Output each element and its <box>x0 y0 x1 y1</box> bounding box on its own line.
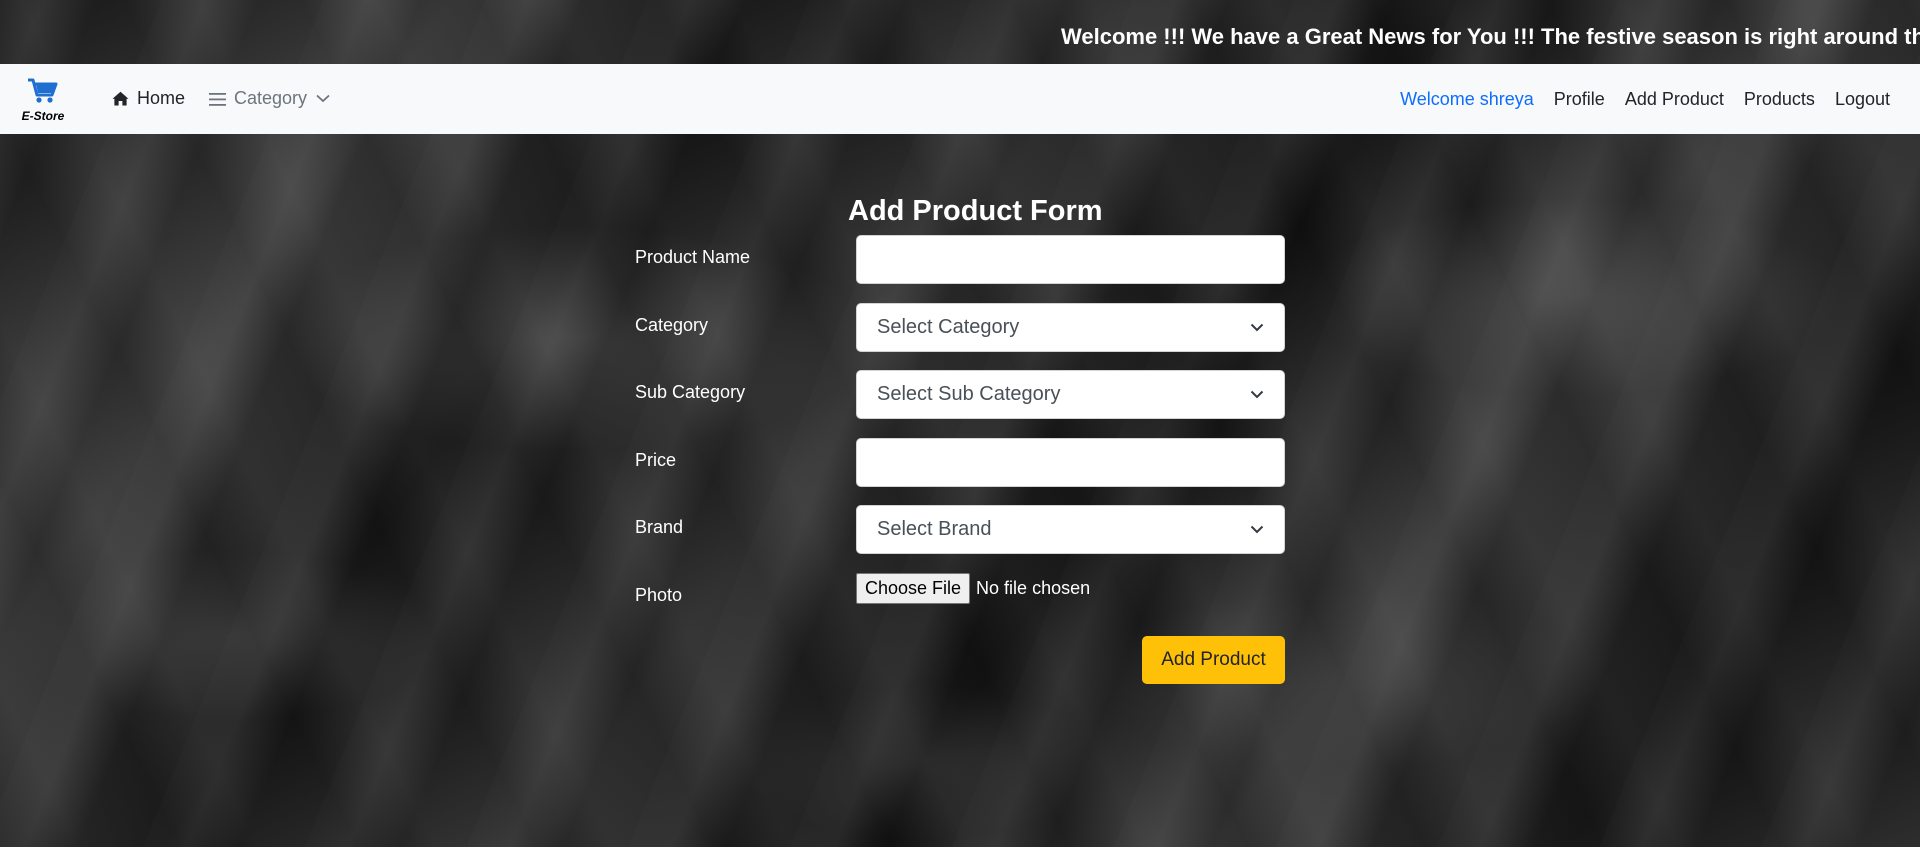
sub-category-row: Sub Category Select Sub Category <box>635 370 1285 432</box>
chevron-down-icon <box>316 94 330 103</box>
marquee-text: Welcome !!! We have a Great News for You… <box>1061 24 1920 49</box>
photo-file-input: Choose File No file chosen <box>856 573 1090 604</box>
price-row: Price <box>635 438 1285 500</box>
nav-category-label: Category <box>234 88 308 108</box>
chevron-down-icon <box>1250 525 1264 534</box>
add-product-button[interactable]: Add Product <box>1142 636 1285 684</box>
brand-selected-value: Select Brand <box>877 518 992 540</box>
price-input[interactable] <box>856 438 1285 487</box>
product-name-input[interactable] <box>856 235 1285 284</box>
file-status-text: No file chosen <box>976 578 1091 598</box>
sub-category-select[interactable]: Select Sub Category <box>856 370 1285 419</box>
announcement-marquee: Welcome !!! We have a Great News for You… <box>0 0 1920 64</box>
navbar: E-Store Home Category Welcome shreya Pro… <box>0 64 1920 134</box>
sub-category-label: Sub Category <box>635 382 746 402</box>
nav-logout-link[interactable]: Logout <box>1835 89 1890 110</box>
product-name-row: Product Name <box>635 235 1285 297</box>
brand-row: Brand Select Brand <box>635 505 1285 567</box>
category-select[interactable]: Select Category <box>856 303 1285 352</box>
category-row: Category Select Category <box>635 303 1285 365</box>
nav-home-link[interactable]: Home <box>112 88 185 109</box>
brand-label: Brand <box>635 517 684 537</box>
product-name-label: Product Name <box>635 247 751 267</box>
brand-select[interactable]: Select Brand <box>856 505 1285 554</box>
price-label: Price <box>635 450 677 470</box>
choose-file-button[interactable]: Choose File <box>856 573 971 604</box>
category-label: Category <box>635 315 709 335</box>
brand-logo[interactable]: E-Store <box>18 77 68 125</box>
photo-row: Photo Choose File No file chosen <box>635 573 1285 635</box>
nav-products-link[interactable]: Products <box>1744 89 1815 110</box>
home-icon <box>112 91 129 106</box>
cart-icon <box>27 77 59 110</box>
brand-name: E-Store <box>21 109 65 123</box>
chevron-down-icon <box>1250 390 1264 399</box>
nav-profile-link[interactable]: Profile <box>1554 89 1605 110</box>
photo-label: Photo <box>635 585 683 605</box>
form-title: Add Product Form <box>848 195 1103 227</box>
category-selected-value: Select Category <box>877 316 1020 338</box>
nav-add-product-link[interactable]: Add Product <box>1625 89 1724 110</box>
bars-icon <box>209 91 227 107</box>
chevron-down-icon <box>1250 323 1264 332</box>
sub-category-selected-value: Select Sub Category <box>877 383 1061 405</box>
nav-home-label: Home <box>137 88 186 108</box>
nav-category-dropdown[interactable]: Category <box>209 88 330 109</box>
welcome-user-text: Welcome shreya <box>1400 89 1534 109</box>
